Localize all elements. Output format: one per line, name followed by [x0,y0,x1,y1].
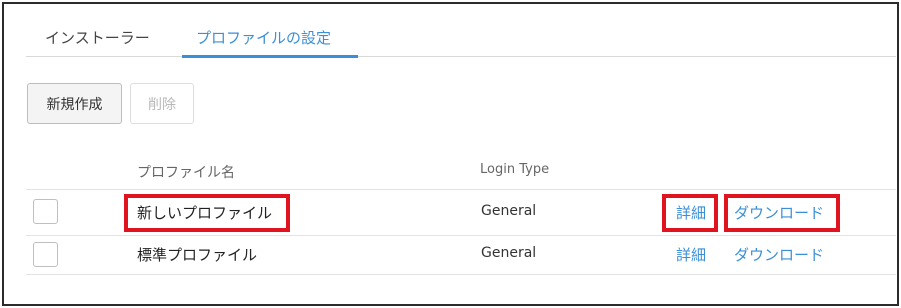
tab-profile-settings[interactable]: プロファイルの設定 [196,27,331,48]
new-button[interactable]: 新規作成 [27,83,122,124]
row-divider [26,189,896,190]
detail-link[interactable]: 詳細 [676,202,706,223]
download-link[interactable]: ダウンロード [734,202,824,223]
column-header-login-type: Login Type [480,162,550,177]
profile-name: 標準プロファイル [137,246,258,264]
tab-installer[interactable]: インストーラー [45,27,150,48]
column-header-profile-name: プロファイル名 [137,165,235,181]
login-type: General [481,245,537,261]
login-type: General [481,203,537,219]
detail-link[interactable]: 詳細 [676,244,706,265]
row-checkbox[interactable] [33,199,58,224]
tab-bar: インストーラー プロファイルの設定 [26,23,896,58]
active-tab-indicator [182,55,358,58]
row-checkbox[interactable] [33,242,58,267]
delete-button[interactable]: 削除 [130,83,194,124]
row-divider [26,274,896,275]
row-divider [26,235,896,236]
download-link[interactable]: ダウンロード [734,244,824,265]
profile-name: 新しいプロファイル [137,204,273,222]
